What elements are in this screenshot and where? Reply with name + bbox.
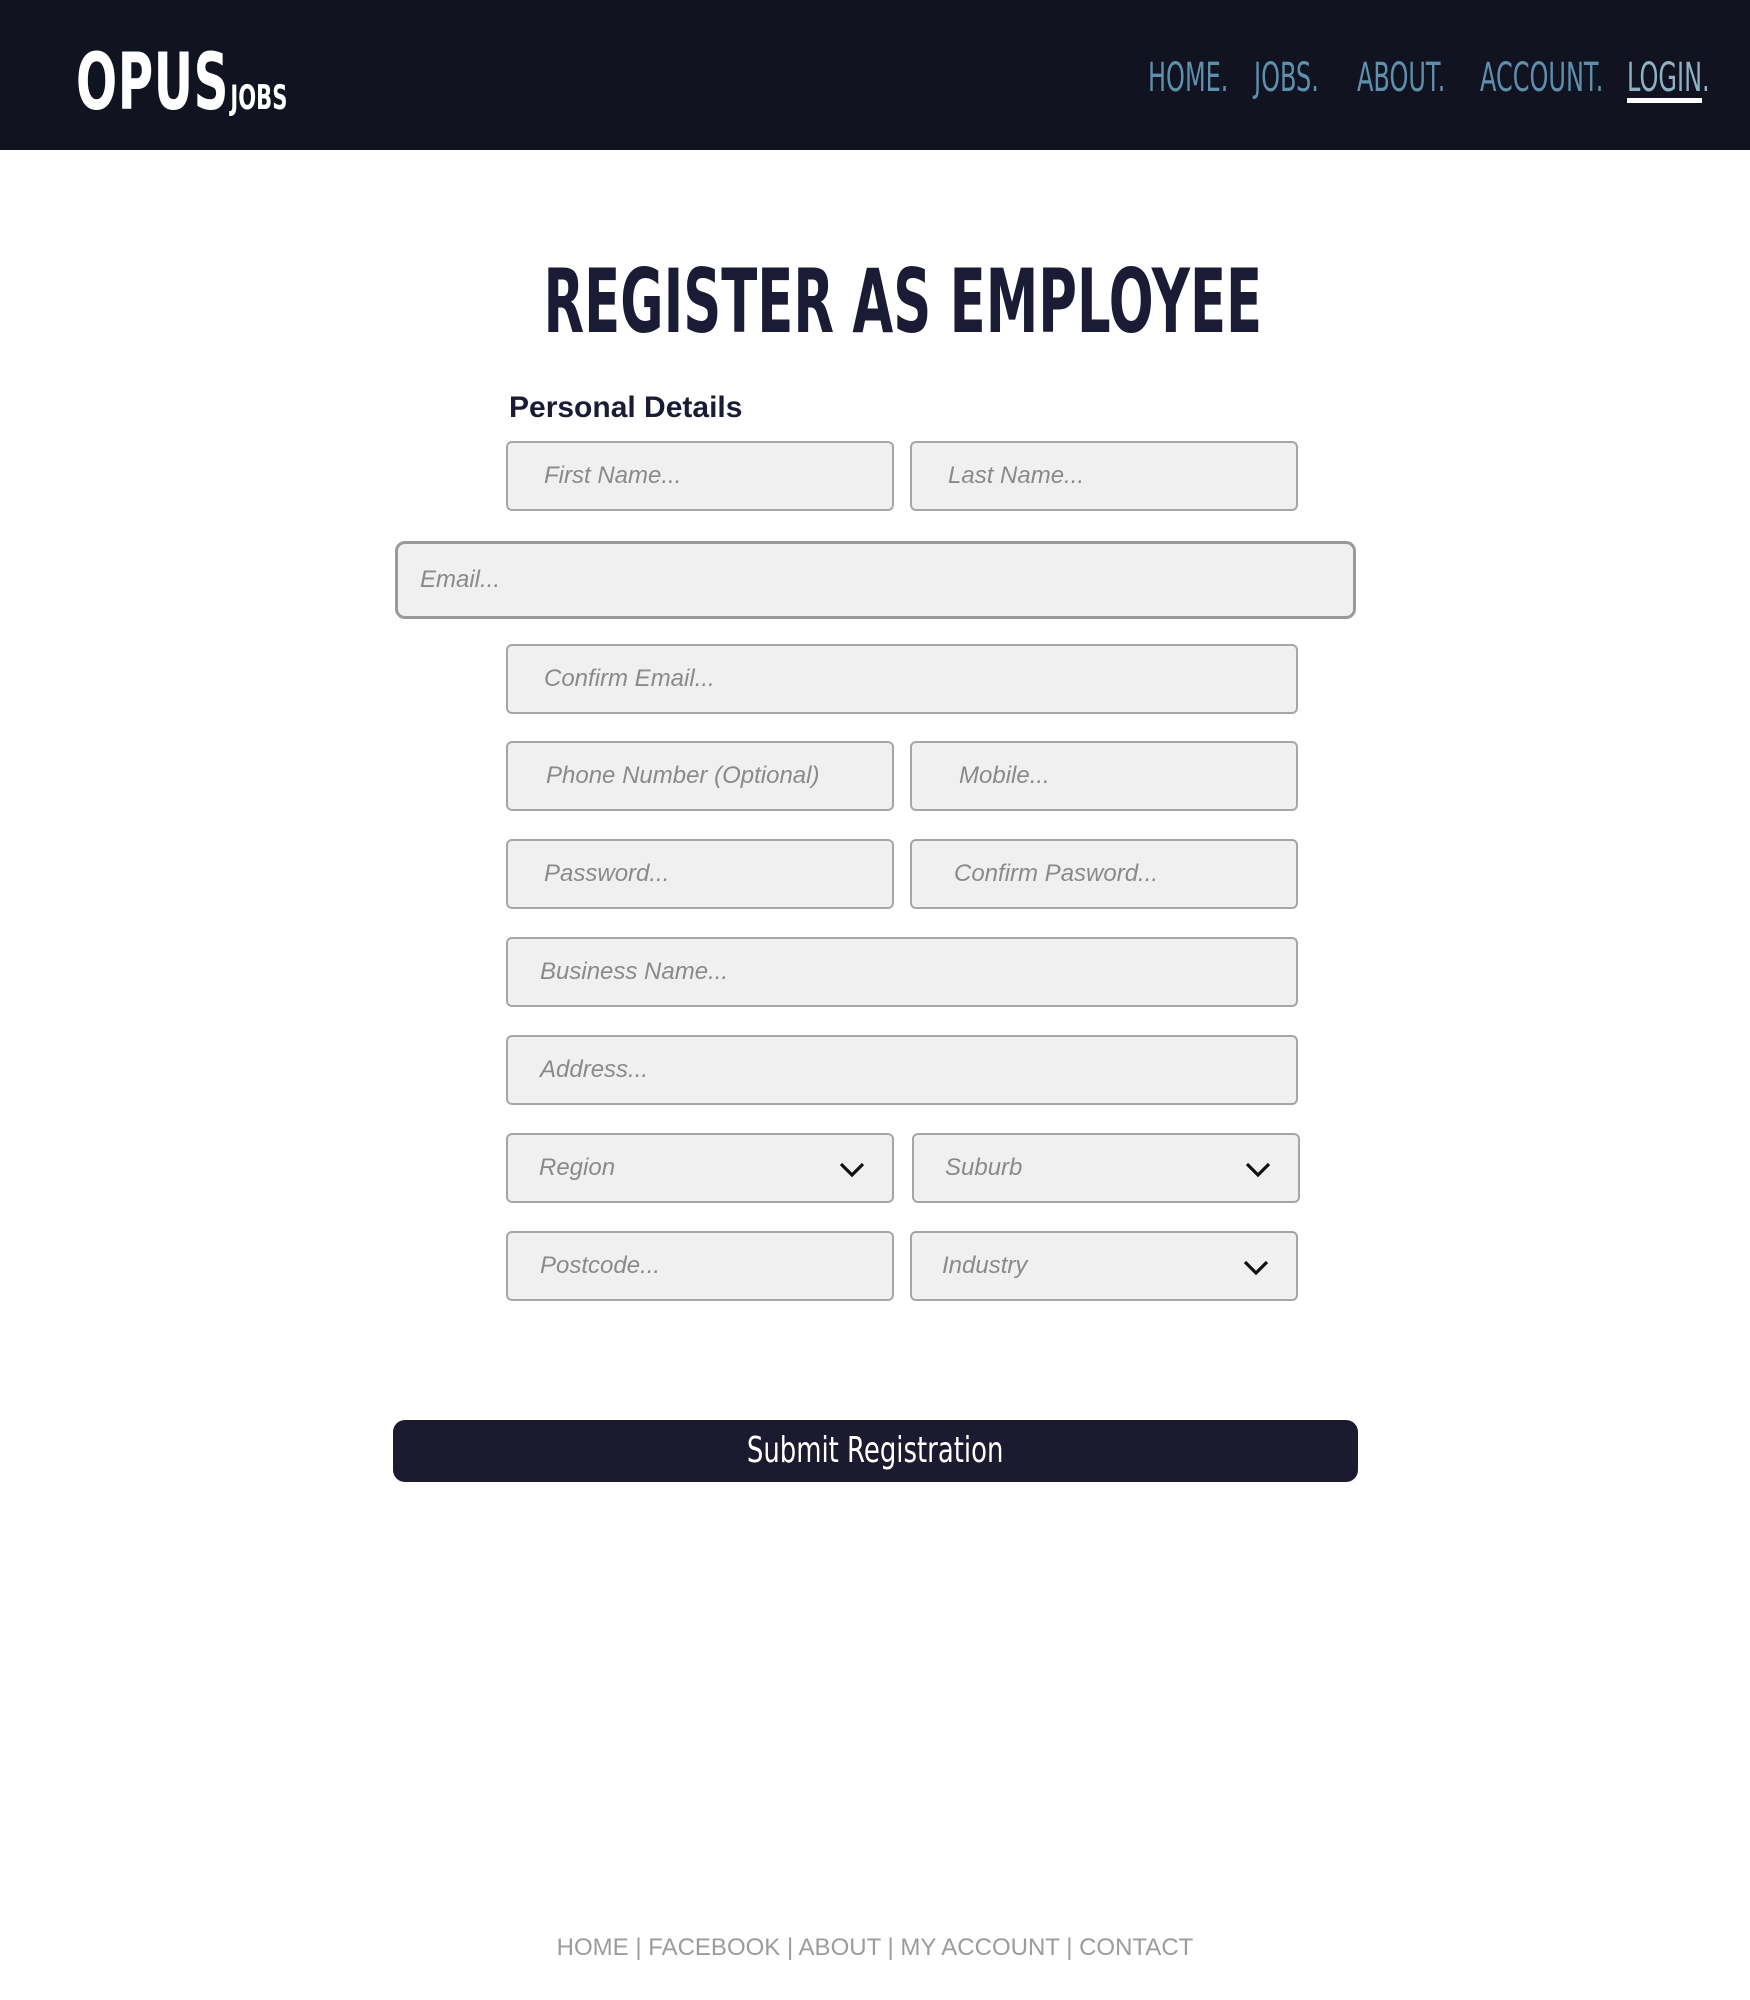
chevron-down-icon [839,1162,865,1178]
nav-jobs-link[interactable]: JOBS. [1254,54,1319,102]
footer-my-account-link[interactable]: MY ACCOUNT [900,1934,1059,1961]
footer-facebook-link[interactable]: FACEBOOK [648,1934,780,1961]
active-nav-underline [1627,98,1702,103]
nav-about-link[interactable]: ABOUT. [1357,54,1445,102]
industry-select[interactable]: Industry [910,1231,1298,1301]
confirm-email-input[interactable]: Confirm Email... [506,644,1298,714]
last-name-input[interactable]: Last Name... [910,441,1298,511]
footer-contact-link[interactable]: CONTACT [1079,1934,1193,1961]
industry-select-value: Industry [942,1252,1028,1279]
suburb-select-value: Suburb [945,1154,1023,1181]
chevron-down-icon [1245,1162,1271,1178]
footer-separator: | [1066,1934,1073,1961]
first-name-input[interactable]: First Name... [506,441,894,511]
region-select[interactable]: Region [506,1133,894,1203]
confirm-password-input[interactable]: Confirm Pasword... [910,839,1298,909]
region-select-value: Region [539,1154,616,1181]
mobile-input[interactable]: Mobile... [910,741,1298,811]
page-title-text: REGISTER AS EMPLOYEE [543,250,1262,353]
footer-separator: | [786,1934,794,1961]
footer-separator: | [887,1934,894,1961]
submit-registration-label: Submit Registration [747,1430,1004,1471]
submit-registration-button[interactable]: Submit Registration [393,1420,1358,1482]
footer-separator: | [635,1934,642,1961]
nav-login-link[interactable]: LOGIN. [1627,54,1710,102]
footer-home-link[interactable]: HOME [557,1934,629,1961]
section-label-personal-details: Personal Details [509,391,743,424]
email-input[interactable]: Email... [395,541,1356,619]
opus-jobs-logo[interactable]: OPUSJOBS [76,38,287,128]
footer-links: HOME | FACEBOOK | ABOUT | MY ACCOUNT | C… [0,1934,1750,1962]
logo-sub-text: JOBS [230,78,288,118]
nav-account-link[interactable]: ACCOUNT. [1480,54,1603,102]
password-input[interactable]: Password... [506,839,894,909]
postcode-input[interactable]: Postcode... [506,1231,894,1301]
phone-number-input[interactable]: Phone Number (Optional) [506,741,894,811]
nav-home-link[interactable]: HOME. [1148,54,1228,102]
registration-page: OPUSJOBS HOME. JOBS. ABOUT. ACCOUNT. LOG… [0,0,1750,2000]
business-name-input[interactable]: Business Name... [506,937,1298,1007]
footer-about-link[interactable]: ABOUT [799,1934,881,1961]
logo-main-text: OPUS [76,38,230,128]
address-input[interactable]: Address... [506,1035,1298,1105]
chevron-down-icon [1243,1260,1269,1276]
top-navigation-bar: OPUSJOBS HOME. JOBS. ABOUT. ACCOUNT. LOG… [0,0,1750,150]
suburb-select[interactable]: Suburb [912,1133,1300,1203]
page-title: REGISTER AS EMPLOYEE [0,256,1750,348]
